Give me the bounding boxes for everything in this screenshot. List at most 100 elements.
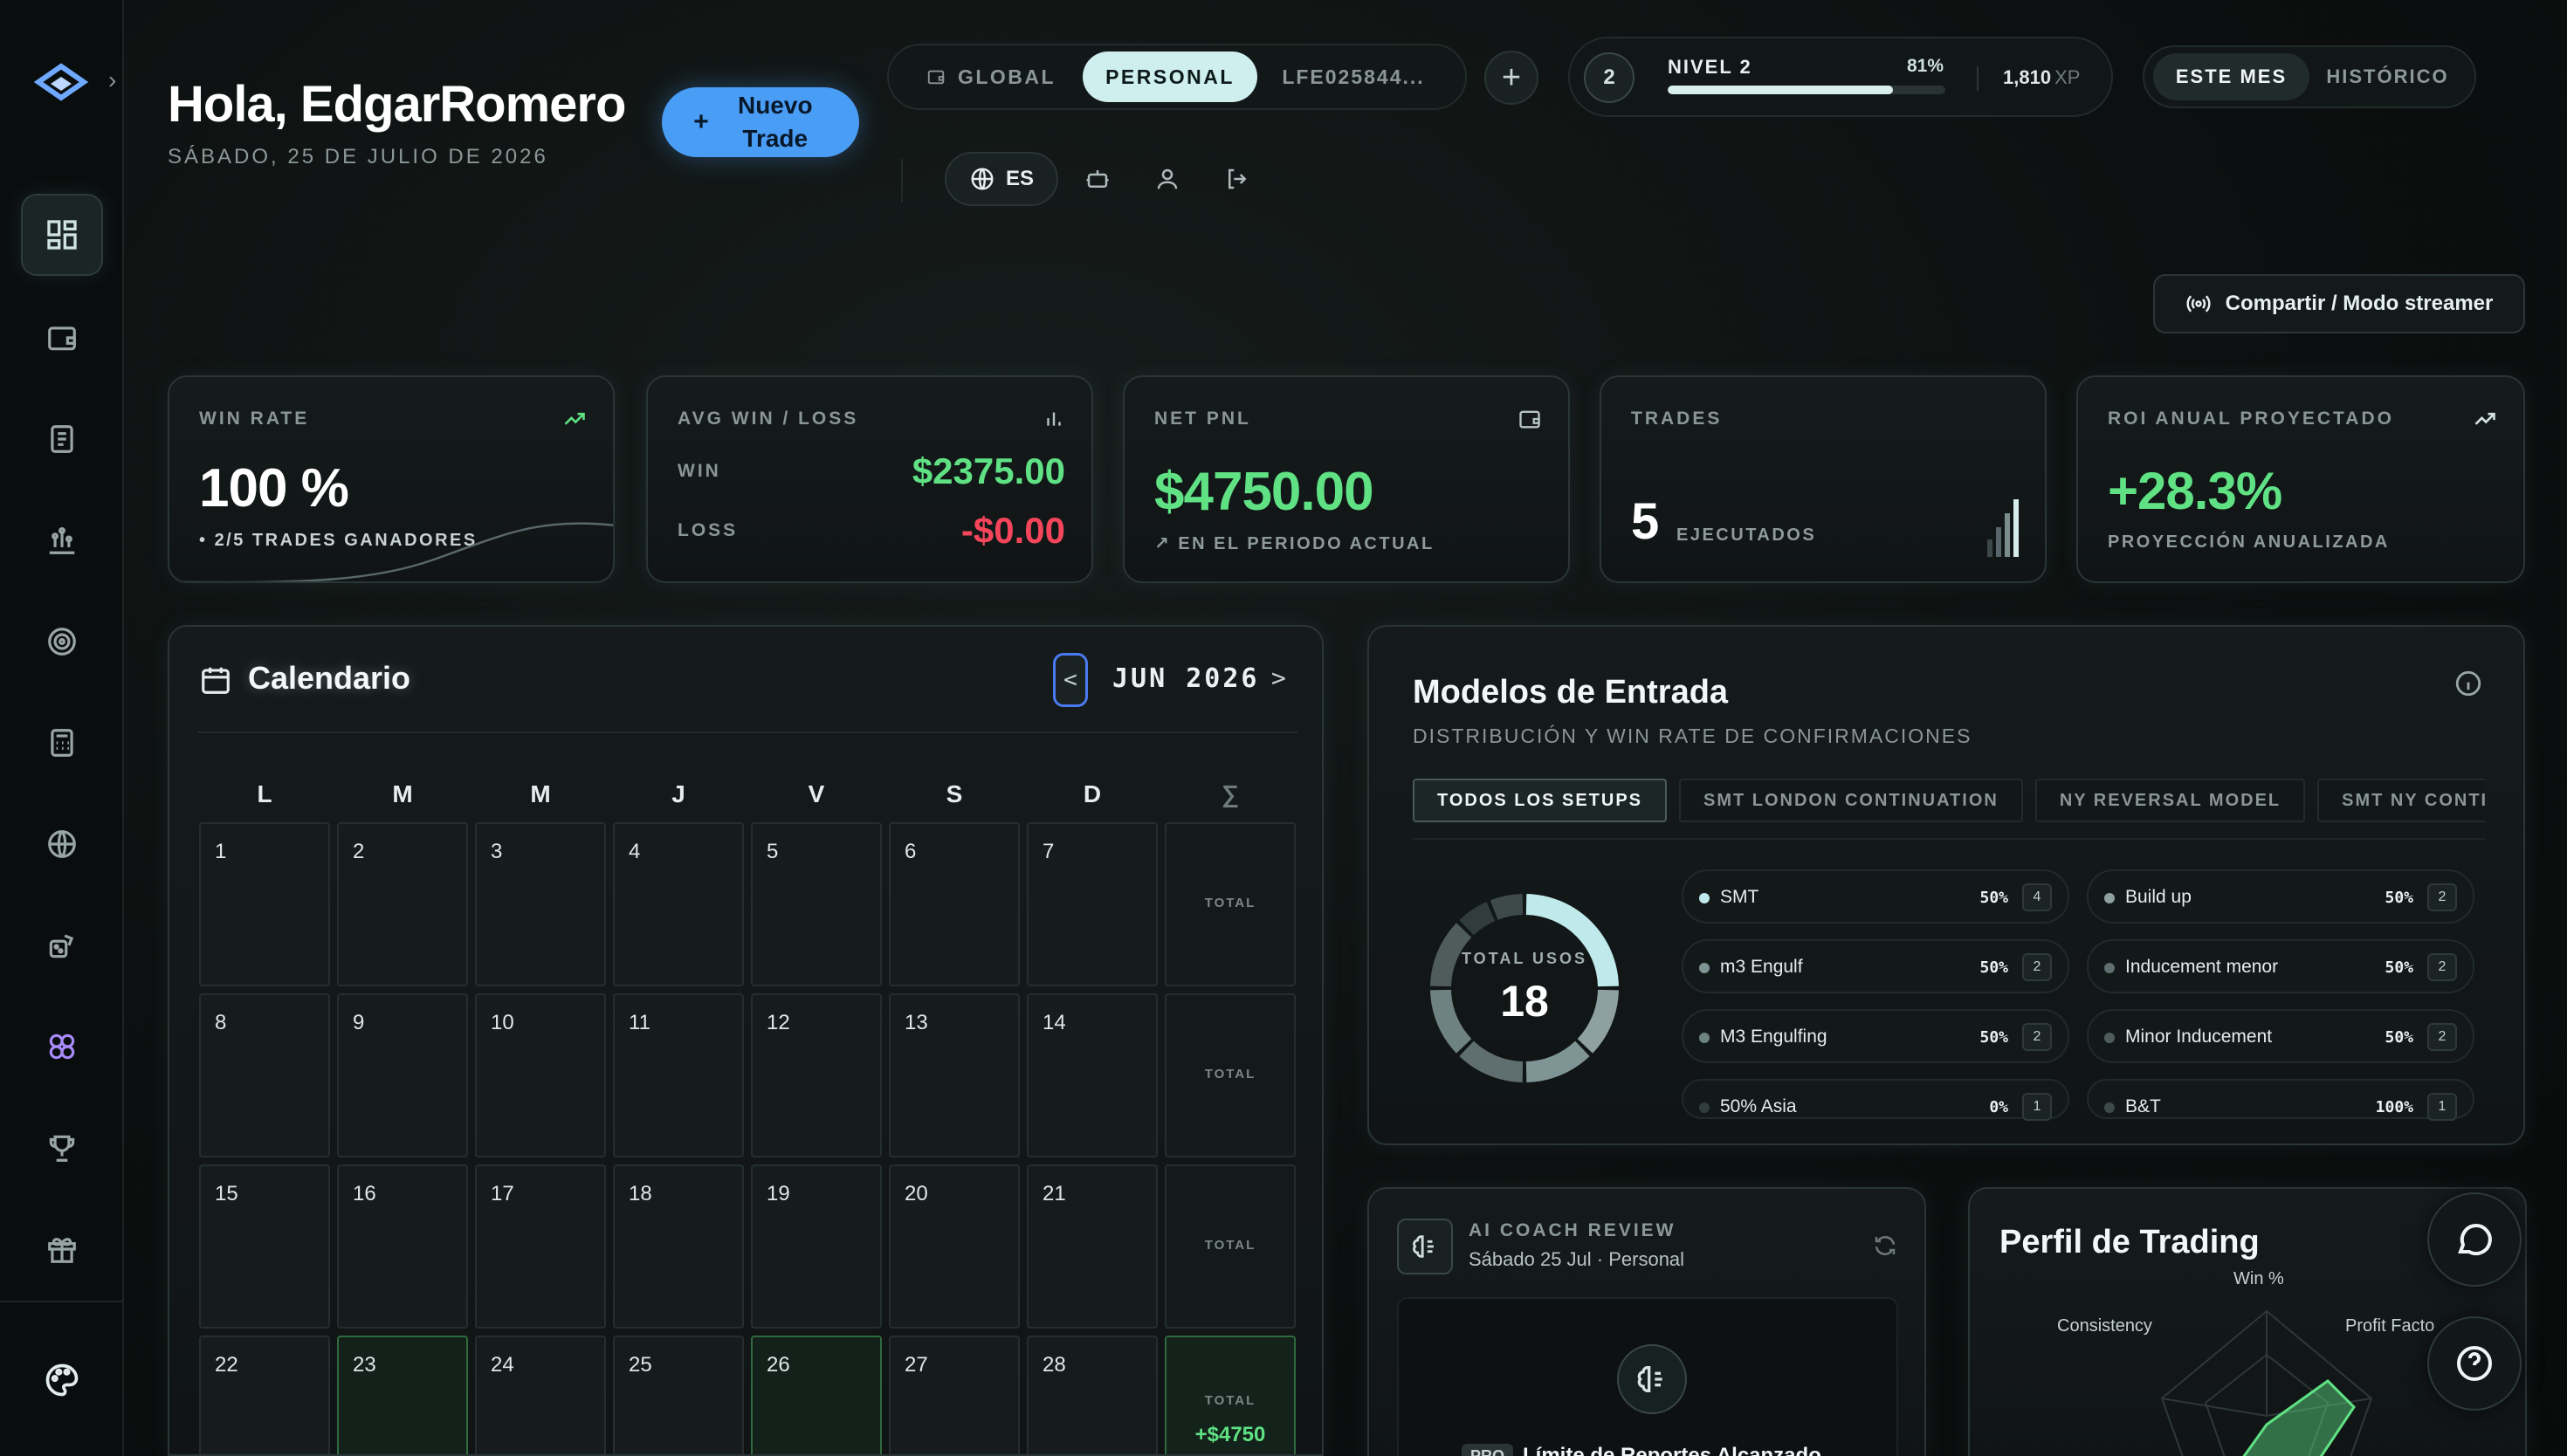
pnl-value: $4750.00 [1154, 462, 1374, 522]
calendar-day[interactable]: 1 [199, 822, 330, 986]
profile-button[interactable] [1146, 157, 1189, 201]
tab-smt-london[interactable]: SMT LONDON CONTINUATION [1679, 779, 2023, 822]
new-trade-label: Nuevo Trade [737, 92, 813, 152]
tab-this-month[interactable]: ESTE MES [2153, 53, 2309, 100]
tab-ny-reversal[interactable]: NY REVERSAL MODEL [2034, 779, 2306, 822]
tab-smt-ny[interactable]: SMT NY CONTINUATI [2317, 779, 2485, 822]
sidebar-item-achievements[interactable] [21, 1107, 103, 1189]
calendar-day[interactable]: 11 [613, 993, 744, 1157]
calendar-day[interactable]: 16 [337, 1164, 468, 1329]
day-number: 28 [1043, 1353, 1066, 1377]
sidebar-item-rewards[interactable] [21, 1208, 103, 1290]
tab-all-setups[interactable]: TODOS LOS SETUPS [1413, 779, 1667, 822]
add-account-button[interactable]: + [1484, 51, 1538, 105]
calendar-day[interactable]: 17 [475, 1164, 606, 1329]
day-number: 7 [1043, 840, 1055, 863]
calendar-day[interactable]: 27 [889, 1336, 1020, 1454]
calendar-day[interactable]: 20 [889, 1164, 1020, 1329]
logout-button[interactable] [1215, 157, 1259, 201]
day-number: 12 [767, 1011, 790, 1034]
sidebar-item-analytics[interactable] [21, 499, 103, 581]
sidebar-item-dashboard[interactable] [21, 194, 103, 276]
calendar-day[interactable]: 9 [337, 993, 468, 1157]
globe-icon [48, 830, 76, 858]
roi-value: +28.3% [2108, 462, 2282, 520]
calendar-day[interactable]: 23 [337, 1336, 468, 1454]
net-pnl-card: NET PNL $4750.00 ↗ EN EL PERIODO ACTUAL [1123, 375, 1570, 583]
tab-account-lfe[interactable]: LFE025844... [1257, 52, 1449, 102]
share-streamer-button[interactable]: Compartir / Modo streamer [2153, 274, 2525, 333]
refresh-icon[interactable] [1872, 1233, 1898, 1259]
model-item[interactable]: Inducement menor 50% 2 [2087, 939, 2474, 993]
user-icon [1157, 168, 1178, 189]
model-count: 4 [2022, 883, 2052, 911]
flower-icon [49, 1034, 75, 1060]
chat-icon [2458, 1224, 2492, 1255]
donut-segment [1490, 894, 1524, 920]
calendar-day[interactable]: 6 [889, 822, 1020, 986]
models-subtitle: DISTRIBUCIÓN Y WIN RATE DE CONFIRMACIONE… [1413, 725, 1972, 747]
week-total-label: TOTAL [1204, 1238, 1256, 1253]
tab-global[interactable]: GLOBAL [899, 52, 1083, 102]
calendar-day[interactable]: 13 [889, 993, 1020, 1157]
language-button[interactable]: ES [945, 152, 1058, 206]
calendar-day[interactable]: 28 [1027, 1336, 1158, 1454]
calendar-day[interactable]: 22 [199, 1336, 330, 1454]
prev-month-button[interactable]: < [1053, 653, 1088, 707]
sidebar: › [0, 0, 124, 1456]
sidebar-item-journal[interactable] [21, 398, 103, 480]
new-trade-button[interactable]: + Nuevo Trade [662, 87, 859, 157]
day-number: 16 [353, 1182, 376, 1205]
sidebar-item-calculator[interactable] [21, 702, 103, 784]
next-month-button[interactable]: > [1271, 663, 1286, 692]
sidebar-item-goals[interactable] [21, 601, 103, 683]
calendar-day[interactable]: 25 [613, 1336, 744, 1454]
sidebar-item-strategy[interactable] [21, 904, 103, 986]
model-name: Minor Inducement [2125, 1027, 2273, 1047]
tab-personal[interactable]: PERSONAL [1083, 52, 1257, 102]
day-number: 4 [629, 840, 641, 863]
pro-badge: PRO [1462, 1444, 1514, 1456]
calendar-day[interactable]: 5 [751, 822, 882, 986]
sidebar-item-markets[interactable] [21, 803, 103, 885]
calendar-day[interactable]: 15 [199, 1164, 330, 1329]
sidebar-collapse-icon[interactable]: › [108, 66, 116, 94]
model-item[interactable]: SMT 50% 4 [1682, 869, 2069, 924]
sidebar-item-wallet[interactable] [21, 297, 103, 379]
calendar-day[interactable]: 8 [199, 993, 330, 1157]
calendar-day[interactable]: 4 [613, 822, 744, 986]
model-item[interactable]: m3 Engulf 50% 2 [1682, 939, 2069, 993]
calendar-day[interactable]: 21 [1027, 1164, 1158, 1329]
model-item[interactable]: M3 Engulfing 50% 2 [1682, 1009, 2069, 1063]
palette-icon [45, 1363, 79, 1397]
trades-card: TRADES 5 EJECUTADOS [1600, 375, 2047, 583]
calendar-day[interactable]: 14 [1027, 993, 1158, 1157]
level-bar-fill [1668, 86, 1893, 94]
model-item[interactable]: 50% Asia 0% 1 [1682, 1079, 2069, 1121]
sidebar-item-community[interactable] [21, 1006, 103, 1088]
calendar-day[interactable]: 26 [751, 1336, 882, 1454]
model-item[interactable]: Minor Inducement 50% 2 [2087, 1009, 2474, 1063]
app-logo[interactable] [33, 61, 89, 105]
calendar-day[interactable]: 2 [337, 822, 468, 986]
chat-button[interactable] [2427, 1192, 2522, 1287]
tab-history[interactable]: HISTÓRICO [2309, 53, 2466, 100]
calendar-day[interactable]: 18 [613, 1164, 744, 1329]
calendar-day[interactable]: 10 [475, 993, 606, 1157]
help-button[interactable] [2427, 1316, 2522, 1411]
level-bar [1668, 86, 1945, 94]
model-item[interactable]: B&T 100% 1 [2087, 1079, 2474, 1121]
calendar-day[interactable]: 7 [1027, 822, 1158, 986]
calendar-day[interactable]: 19 [751, 1164, 882, 1329]
calendar-day[interactable]: 3 [475, 822, 606, 986]
avg-loss-value: -$0.00 [960, 510, 1065, 551]
calendar-day[interactable]: 24 [475, 1336, 606, 1454]
info-icon[interactable] [2453, 669, 2483, 698]
sidebar-item-theme[interactable] [21, 1339, 103, 1421]
calendar-day[interactable]: 12 [751, 993, 882, 1157]
robot-icon [1086, 170, 1109, 188]
model-item[interactable]: Build up 50% 2 [2087, 869, 2474, 924]
plus-icon: + [693, 107, 709, 136]
bot-button[interactable] [1076, 157, 1119, 201]
level-divider [1977, 66, 1979, 91]
